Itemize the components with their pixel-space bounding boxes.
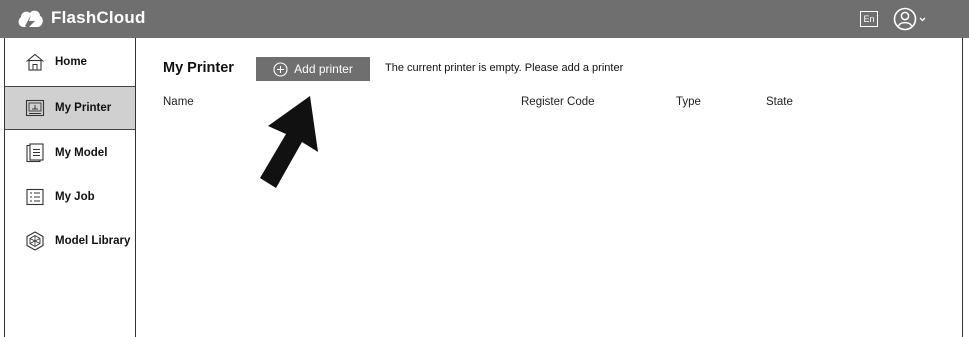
- sidebar-item-label: My Job: [55, 191, 95, 203]
- user-avatar-icon: [893, 7, 927, 31]
- user-menu[interactable]: [893, 7, 927, 31]
- flashcloud-logo-icon: [16, 7, 44, 29]
- page-title: My Printer: [163, 60, 234, 76]
- sidebar: Home My Printer My Model My Job Model Li…: [5, 38, 136, 337]
- column-header-type[interactable]: Type: [676, 96, 701, 108]
- sidebar-item-my-job[interactable]: My Job: [5, 175, 135, 219]
- job-list-icon: [25, 188, 45, 206]
- printer-icon: [25, 99, 45, 117]
- sidebar-item-my-model[interactable]: My Model: [5, 131, 135, 175]
- plus-circle-icon: [273, 61, 294, 77]
- app-title: FlashCloud: [51, 8, 146, 27]
- sidebar-item-my-printer[interactable]: My Printer: [5, 86, 135, 130]
- column-header-name[interactable]: Name: [163, 96, 194, 108]
- sidebar-item-model-library[interactable]: Model Library: [5, 219, 135, 263]
- sidebar-item-label: My Printer: [55, 102, 112, 114]
- model-library-icon: [25, 231, 45, 251]
- column-header-state[interactable]: State: [766, 96, 793, 108]
- sidebar-item-label: Home: [55, 56, 87, 68]
- sidebar-item-home[interactable]: Home: [5, 40, 135, 84]
- model-icon: [25, 143, 45, 163]
- content-frame: [4, 38, 963, 337]
- home-icon: [25, 53, 45, 71]
- top-bar: FlashCloud En: [0, 0, 969, 38]
- pointer-arrow-icon: [252, 92, 332, 197]
- column-header-register-code[interactable]: Register Code: [521, 96, 595, 108]
- sidebar-item-label: My Model: [55, 147, 108, 159]
- language-selector[interactable]: En: [860, 11, 878, 27]
- add-printer-button[interactable]: Add printer: [256, 57, 370, 81]
- empty-state-message: The current printer is empty. Please add…: [385, 62, 624, 74]
- app-logo[interactable]: FlashCloud: [16, 7, 146, 29]
- add-printer-label: Add printer: [294, 62, 353, 76]
- sidebar-item-label: Model Library: [55, 235, 131, 247]
